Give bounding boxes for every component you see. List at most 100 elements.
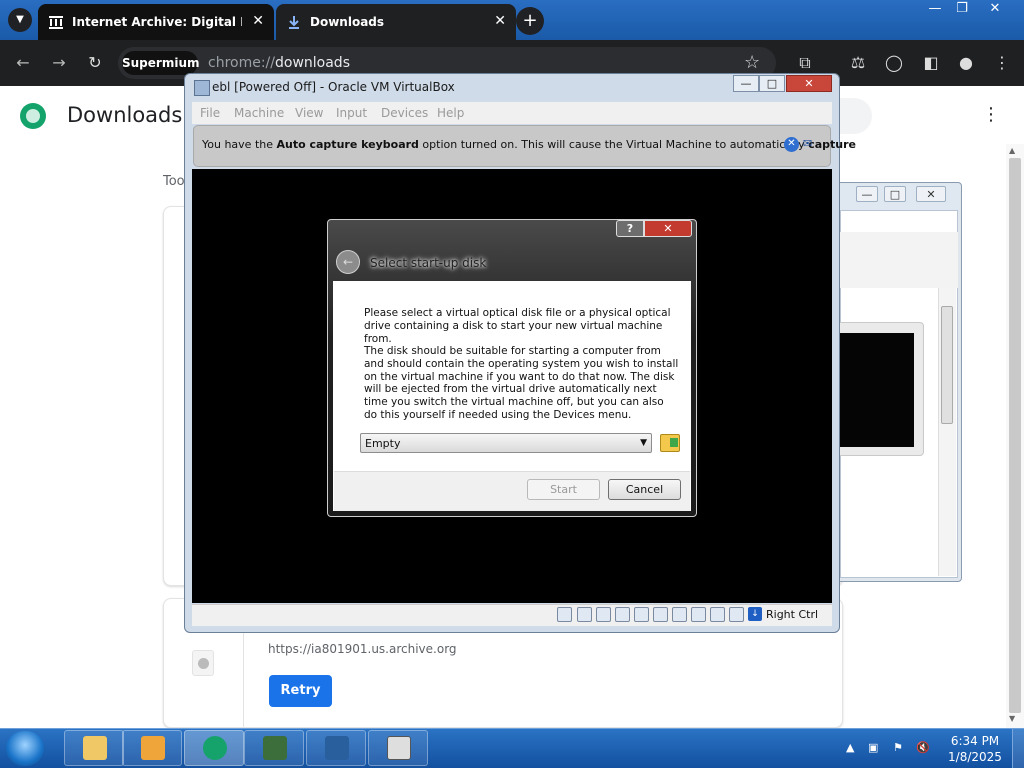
taskbar-explorer[interactable]: [64, 730, 124, 766]
dialog-close-icon[interactable]: ✕: [644, 220, 692, 237]
display-icon[interactable]: [672, 607, 687, 622]
cancel-button[interactable]: Cancel: [608, 479, 681, 500]
scroll-down-icon[interactable]: ▼: [1009, 714, 1015, 723]
background-window-toolbar: [840, 232, 958, 288]
menu-view[interactable]: View: [295, 106, 323, 120]
vm-preview-screen: [838, 333, 914, 447]
dialog-title: Select start-up disk: [370, 256, 487, 270]
tab-search-button[interactable]: ▼: [8, 8, 32, 32]
shared-folders-icon[interactable]: [653, 607, 668, 622]
optical-disk-select[interactable]: Empty ▼: [360, 433, 652, 453]
close-window-button[interactable]: ✕: [978, 0, 1012, 20]
mouse-integration-icon[interactable]: [729, 607, 744, 622]
page-scrollbar-thumb[interactable]: [1009, 158, 1021, 713]
scroll-up-icon[interactable]: ▲: [1009, 146, 1015, 155]
clock-time: 6:34 PM: [950, 734, 1000, 748]
forward-arrow-icon[interactable]: →: [46, 50, 72, 76]
taskbar-media-player[interactable]: [122, 730, 182, 766]
menu-input[interactable]: Input: [336, 106, 367, 120]
notice-text: You have the Auto capture keyboard optio…: [202, 138, 856, 151]
date-section-label: Too: [163, 174, 185, 189]
taskbar-supermium[interactable]: [184, 730, 244, 766]
virtualbox-icon: [325, 736, 349, 760]
network-icon[interactable]: [615, 607, 630, 622]
labs-flask-icon[interactable]: ⚖: [847, 52, 869, 74]
dialog-description: The disk should be suitable for starting…: [364, 345, 679, 421]
side-panel-icon[interactable]: ◧: [920, 52, 942, 74]
tab-internet-archive[interactable]: Internet Archive: Digital Librar ✕: [38, 4, 274, 40]
notice-middle: option turned on. This will cause the Vi…: [418, 138, 809, 151]
menu-machine[interactable]: Machine: [234, 106, 284, 120]
usb-icon[interactable]: [634, 607, 649, 622]
hard-disk-icon[interactable]: [557, 607, 572, 622]
close-tab-icon[interactable]: ✕: [252, 13, 264, 29]
folder-icon: [83, 736, 107, 760]
notice-message-icon[interactable]: ✉: [803, 137, 819, 152]
url-host: downloads: [275, 55, 350, 71]
performance-icon[interactable]: ◯: [883, 52, 905, 74]
keyboard-capture-icon[interactable]: ↓: [748, 607, 762, 621]
downloads-logo-icon: [20, 103, 46, 129]
audio-icon[interactable]: [596, 607, 611, 622]
computer-icon: [263, 736, 287, 760]
virtualbox-icon: [194, 80, 210, 96]
help-icon[interactable]: ?: [616, 220, 644, 237]
retry-button[interactable]: Retry: [269, 675, 332, 707]
host-key-label: Right Ctrl: [766, 608, 819, 621]
menu-help[interactable]: Help: [437, 106, 464, 120]
menu-devices[interactable]: Devices: [381, 106, 428, 120]
show-desktop-button[interactable]: [1012, 729, 1024, 768]
vm-maximize-button[interactable]: □: [759, 75, 785, 92]
browser-chip[interactable]: Supermium: [122, 51, 200, 75]
minimize-icon[interactable]: —: [856, 186, 878, 202]
auto-capture-notice: You have the Auto capture keyboard optio…: [193, 125, 856, 167]
action-center-flag-icon[interactable]: ⚑: [893, 741, 903, 754]
menu-file[interactable]: File: [200, 106, 220, 120]
choose-disk-file-icon[interactable]: [660, 434, 680, 452]
profile-avatar-icon[interactable]: ●: [955, 52, 977, 74]
maximize-icon[interactable]: □: [884, 186, 906, 202]
start-button[interactable]: [6, 731, 44, 766]
vm-window-title: ebl [Powered Off] - Oracle VM VirtualBox: [212, 80, 455, 94]
network-tray-icon[interactable]: ▣: [868, 741, 878, 754]
optical-drive-icon[interactable]: [577, 607, 592, 622]
back-arrow-icon[interactable]: ←: [10, 50, 36, 76]
extensions-icon[interactable]: ⧉: [794, 52, 816, 74]
restore-window-button[interactable]: ❐: [945, 0, 979, 20]
cpu-icon[interactable]: [710, 607, 725, 622]
system-clock[interactable]: 6:34 PM 1/8/2025: [948, 733, 1002, 765]
more-actions-icon[interactable]: ⋮: [982, 104, 1000, 125]
volume-muted-icon[interactable]: 🔇: [916, 741, 930, 754]
chevron-down-icon: ▼: [640, 438, 647, 448]
download-icon: [286, 14, 302, 30]
new-tab-button[interactable]: +: [516, 7, 544, 35]
taskbar-vm-window[interactable]: [368, 730, 428, 766]
url-text[interactable]: chrome://downloads: [208, 55, 350, 71]
back-arrow-icon[interactable]: ←: [336, 250, 360, 274]
vm-menubar: [192, 102, 832, 124]
taskbar-system-app[interactable]: [244, 730, 304, 766]
page-title: Downloads: [67, 103, 183, 127]
close-icon[interactable]: ✕: [916, 186, 946, 202]
vm-icon: [387, 736, 411, 760]
start-button[interactable]: Start: [527, 479, 600, 500]
download-source-url[interactable]: https://ia801901.us.archive.org: [268, 642, 457, 656]
vm-minimize-button[interactable]: —: [733, 75, 759, 92]
notice-bold-auto-capture: Auto capture keyboard: [276, 138, 419, 151]
tab-label: Internet Archive: Digital Librar: [72, 15, 242, 29]
video-capture-icon[interactable]: [691, 607, 706, 622]
bookmark-star-icon[interactable]: ☆: [744, 52, 760, 73]
browser-menu-icon[interactable]: ⋮: [991, 52, 1013, 74]
show-hidden-icons-icon[interactable]: ▲: [846, 741, 854, 754]
dialog-instructions: Please select a virtual optical disk fil…: [364, 307, 671, 345]
reload-icon[interactable]: ↻: [82, 50, 108, 76]
url-scheme: chrome://: [208, 55, 275, 71]
tab-downloads[interactable]: Downloads ✕: [276, 4, 516, 40]
close-tab-icon[interactable]: ✕: [494, 13, 506, 29]
media-player-icon: [141, 736, 165, 760]
vm-window-titlebar[interactable]: ebl [Powered Off] - Oracle VM VirtualBox: [190, 77, 750, 99]
taskbar-virtualbox[interactable]: [306, 730, 366, 766]
background-window-scrollbar-thumb[interactable]: [941, 306, 953, 424]
notice-close-icon[interactable]: ✕: [784, 137, 799, 152]
vm-close-button[interactable]: ✕: [786, 75, 832, 92]
